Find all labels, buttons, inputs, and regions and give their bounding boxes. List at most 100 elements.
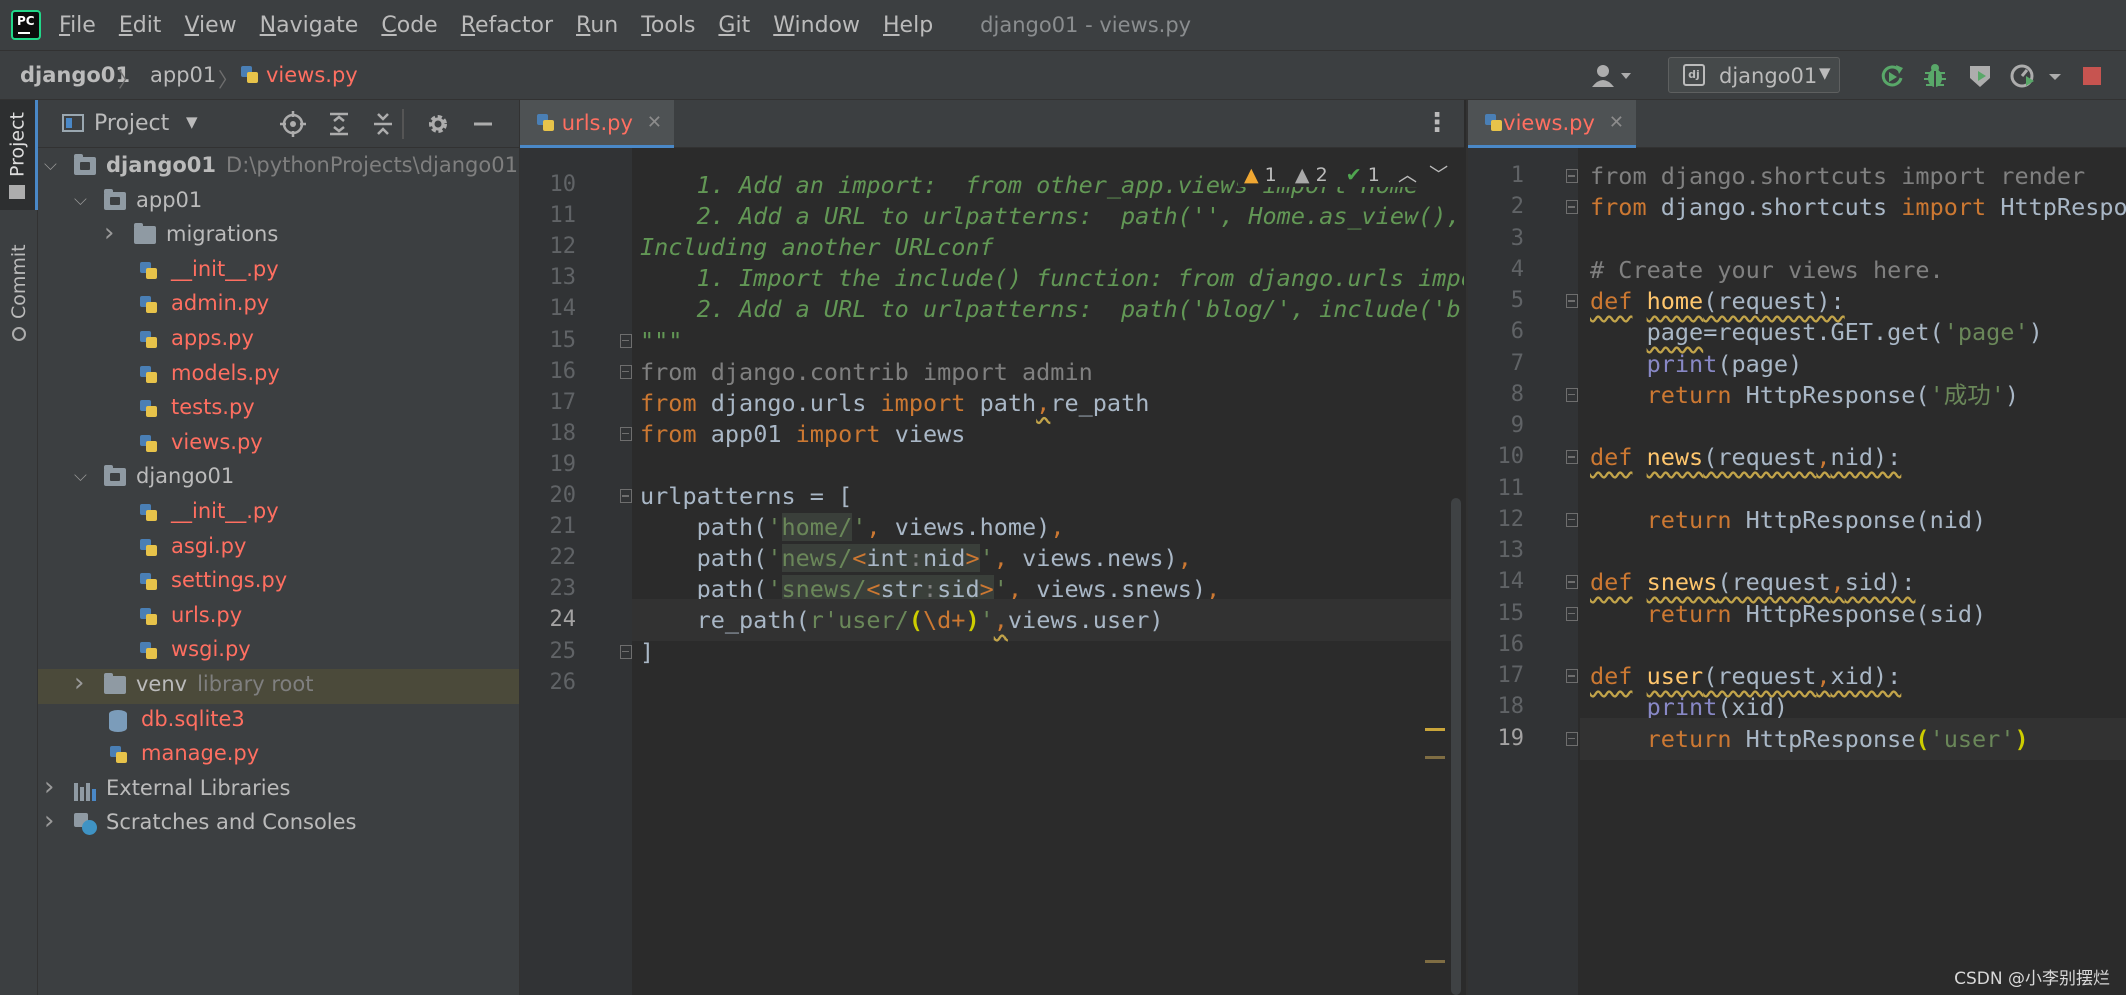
breadcrumb-file[interactable]: views.py <box>240 63 358 87</box>
tree-item[interactable]: db.sqlite3 <box>38 704 519 739</box>
fold-marker-icon[interactable] <box>620 364 632 379</box>
tree-item-label: db.sqlite3 <box>141 706 245 731</box>
tree-item[interactable]: ⌵ django01 <box>38 461 519 496</box>
menu-window[interactable]: Window <box>773 13 860 38</box>
next-highlight-icon[interactable]: ﹀ <box>1429 164 1448 186</box>
more-options-icon[interactable]: ⋮ <box>1424 108 1450 138</box>
fold-marker-icon[interactable] <box>620 644 632 659</box>
tree-item[interactable]: admin.py <box>38 288 519 323</box>
menu-refactor[interactable]: Refactor <box>461 13 553 38</box>
tree-item[interactable]: › migrations <box>38 218 519 254</box>
project-tool-tab[interactable]: Project <box>0 100 38 210</box>
menu-help[interactable]: Help <box>883 13 933 38</box>
menu-edit[interactable]: Edit <box>119 13 162 38</box>
chevron-down-icon[interactable]: ▼ <box>186 113 198 131</box>
weak-warning-marker[interactable] <box>1425 756 1445 759</box>
code-line[interactable]: from django.shortcuts import HttpRespons… <box>1590 186 2126 228</box>
tree-item[interactable]: ⌵ django01 D:\pythonProjects\django01 <box>38 150 519 185</box>
debug-icon[interactable] <box>1920 61 1950 91</box>
tree-item[interactable]: › venv library root <box>38 668 519 704</box>
code-line[interactable]: def news(request,nid): <box>1590 436 1901 478</box>
close-icon[interactable]: ✕ <box>647 112 662 133</box>
commit-tool-tab[interactable]: Commit <box>0 235 38 350</box>
scrollbar-thumb[interactable] <box>1451 498 1461 995</box>
fold-marker-icon[interactable] <box>1566 731 1578 746</box>
menu-run[interactable]: Run <box>576 13 618 38</box>
tree-item[interactable]: views.py <box>38 427 519 462</box>
tree-item[interactable]: › External Libraries <box>38 772 519 808</box>
minimize-icon[interactable] <box>468 109 498 139</box>
fold-marker-icon[interactable] <box>1566 294 1578 308</box>
fold-marker-icon[interactable] <box>620 489 632 503</box>
tree-item-text: venv library root <box>136 672 313 696</box>
tree-item[interactable]: wsgi.py <box>38 634 519 669</box>
menu-code[interactable]: Code <box>381 13 437 38</box>
chevron-right-icon[interactable]: › <box>104 218 114 248</box>
code-line[interactable]: from app01 import views <box>640 413 965 455</box>
profile-icon[interactable] <box>2008 61 2038 91</box>
fold-marker-icon[interactable] <box>1566 512 1578 527</box>
fold-marker-icon[interactable] <box>620 426 632 441</box>
tree-item[interactable]: manage.py <box>38 738 519 773</box>
gear-icon[interactable] <box>423 109 453 139</box>
fold-marker-icon[interactable] <box>1566 169 1578 183</box>
code-line[interactable]: ] <box>640 631 654 673</box>
tab-urls-py[interactable]: urls.py ✕ <box>520 100 674 148</box>
chevron-down-icon[interactable]: ⌵ <box>74 466 87 486</box>
fold-marker-icon[interactable] <box>1566 200 1578 215</box>
coverage-icon[interactable] <box>1965 61 1995 91</box>
tab-views-py[interactable]: views.py ✕ <box>1468 100 1636 148</box>
line-number[interactable]: 19 <box>1468 718 1525 760</box>
fold-marker-icon[interactable] <box>1566 606 1578 621</box>
user-icon[interactable] <box>1588 61 1634 91</box>
collapse-all-icon[interactable] <box>368 109 398 139</box>
code-line[interactable]: return HttpResponse('成功') <box>1590 374 2019 416</box>
previous-highlight-icon[interactable]: ︿ <box>1398 164 1417 186</box>
tree-item[interactable]: __init__.py <box>38 496 519 531</box>
code-line[interactable]: return HttpResponse(nid) <box>1590 499 1987 541</box>
line-number[interactable]: 26 <box>520 662 577 704</box>
fold-marker-icon[interactable] <box>1566 669 1578 683</box>
fold-marker-icon[interactable] <box>1566 575 1578 590</box>
project-view-select[interactable]: Project <box>94 111 169 136</box>
menu-file[interactable]: File <box>59 13 96 38</box>
chevron-right-icon[interactable]: › <box>74 668 84 698</box>
editor-scrollbar[interactable] <box>1425 148 1464 995</box>
menu-tools[interactable]: Tools <box>641 13 695 38</box>
expand-all-icon[interactable] <box>324 109 354 139</box>
stop-icon[interactable] <box>2077 61 2107 91</box>
tree-item[interactable]: › Scratches and Consoles <box>38 806 519 842</box>
tree-item[interactable]: ⌵ app01 <box>38 185 519 220</box>
chevron-down-icon[interactable]: ⌵ <box>74 190 87 210</box>
rerun-icon[interactable] <box>1877 61 1907 91</box>
locate-file-icon[interactable] <box>278 109 308 139</box>
tree-item[interactable]: asgi.py <box>38 531 519 566</box>
breadcrumb-app01[interactable]: app01 <box>150 63 216 87</box>
code-line[interactable]: return HttpResponse(sid) <box>1590 593 1987 635</box>
breadcrumb-project[interactable]: django01 <box>20 63 130 87</box>
menu-view[interactable]: View <box>184 13 236 38</box>
warning-marker[interactable] <box>1425 728 1445 731</box>
tree-item[interactable]: tests.py <box>38 392 519 427</box>
chevron-right-icon[interactable]: › <box>44 772 54 802</box>
fold-marker-icon[interactable] <box>1566 450 1578 465</box>
inspection-widget[interactable]: ▲ 1 ▲ 2 ✔ 1 ︿ ﹀ <box>1238 160 1455 187</box>
menu-git[interactable]: Git <box>718 13 750 38</box>
tree-item[interactable]: __init__.py <box>38 254 519 289</box>
weak-warning-marker[interactable] <box>1425 960 1445 963</box>
tree-item[interactable]: settings.py <box>38 565 519 600</box>
tree-item[interactable]: apps.py <box>38 323 519 358</box>
chevron-right-icon[interactable]: › <box>44 806 54 836</box>
fold-marker-icon[interactable] <box>1566 387 1578 402</box>
fold-marker-icon[interactable] <box>620 333 632 348</box>
more-run-icon[interactable] <box>2046 61 2064 91</box>
tree-item[interactable]: models.py <box>38 358 519 393</box>
menu-navigate[interactable]: Navigate <box>260 13 359 38</box>
run-configuration-select[interactable]: dj django01 ▼ <box>1668 57 1840 93</box>
code-line[interactable]: 2. Add a URL to urlpatterns: path('blog/… <box>640 288 1464 330</box>
close-icon[interactable]: ✕ <box>1609 112 1624 133</box>
code-line[interactable]: return HttpResponse('user') <box>1590 718 2029 760</box>
tree-item[interactable]: urls.py <box>38 600 519 635</box>
code-line[interactable]: re_path(r'user/(\d+)',views.user) <box>640 599 1164 641</box>
chevron-down-icon[interactable]: ⌵ <box>44 155 57 175</box>
